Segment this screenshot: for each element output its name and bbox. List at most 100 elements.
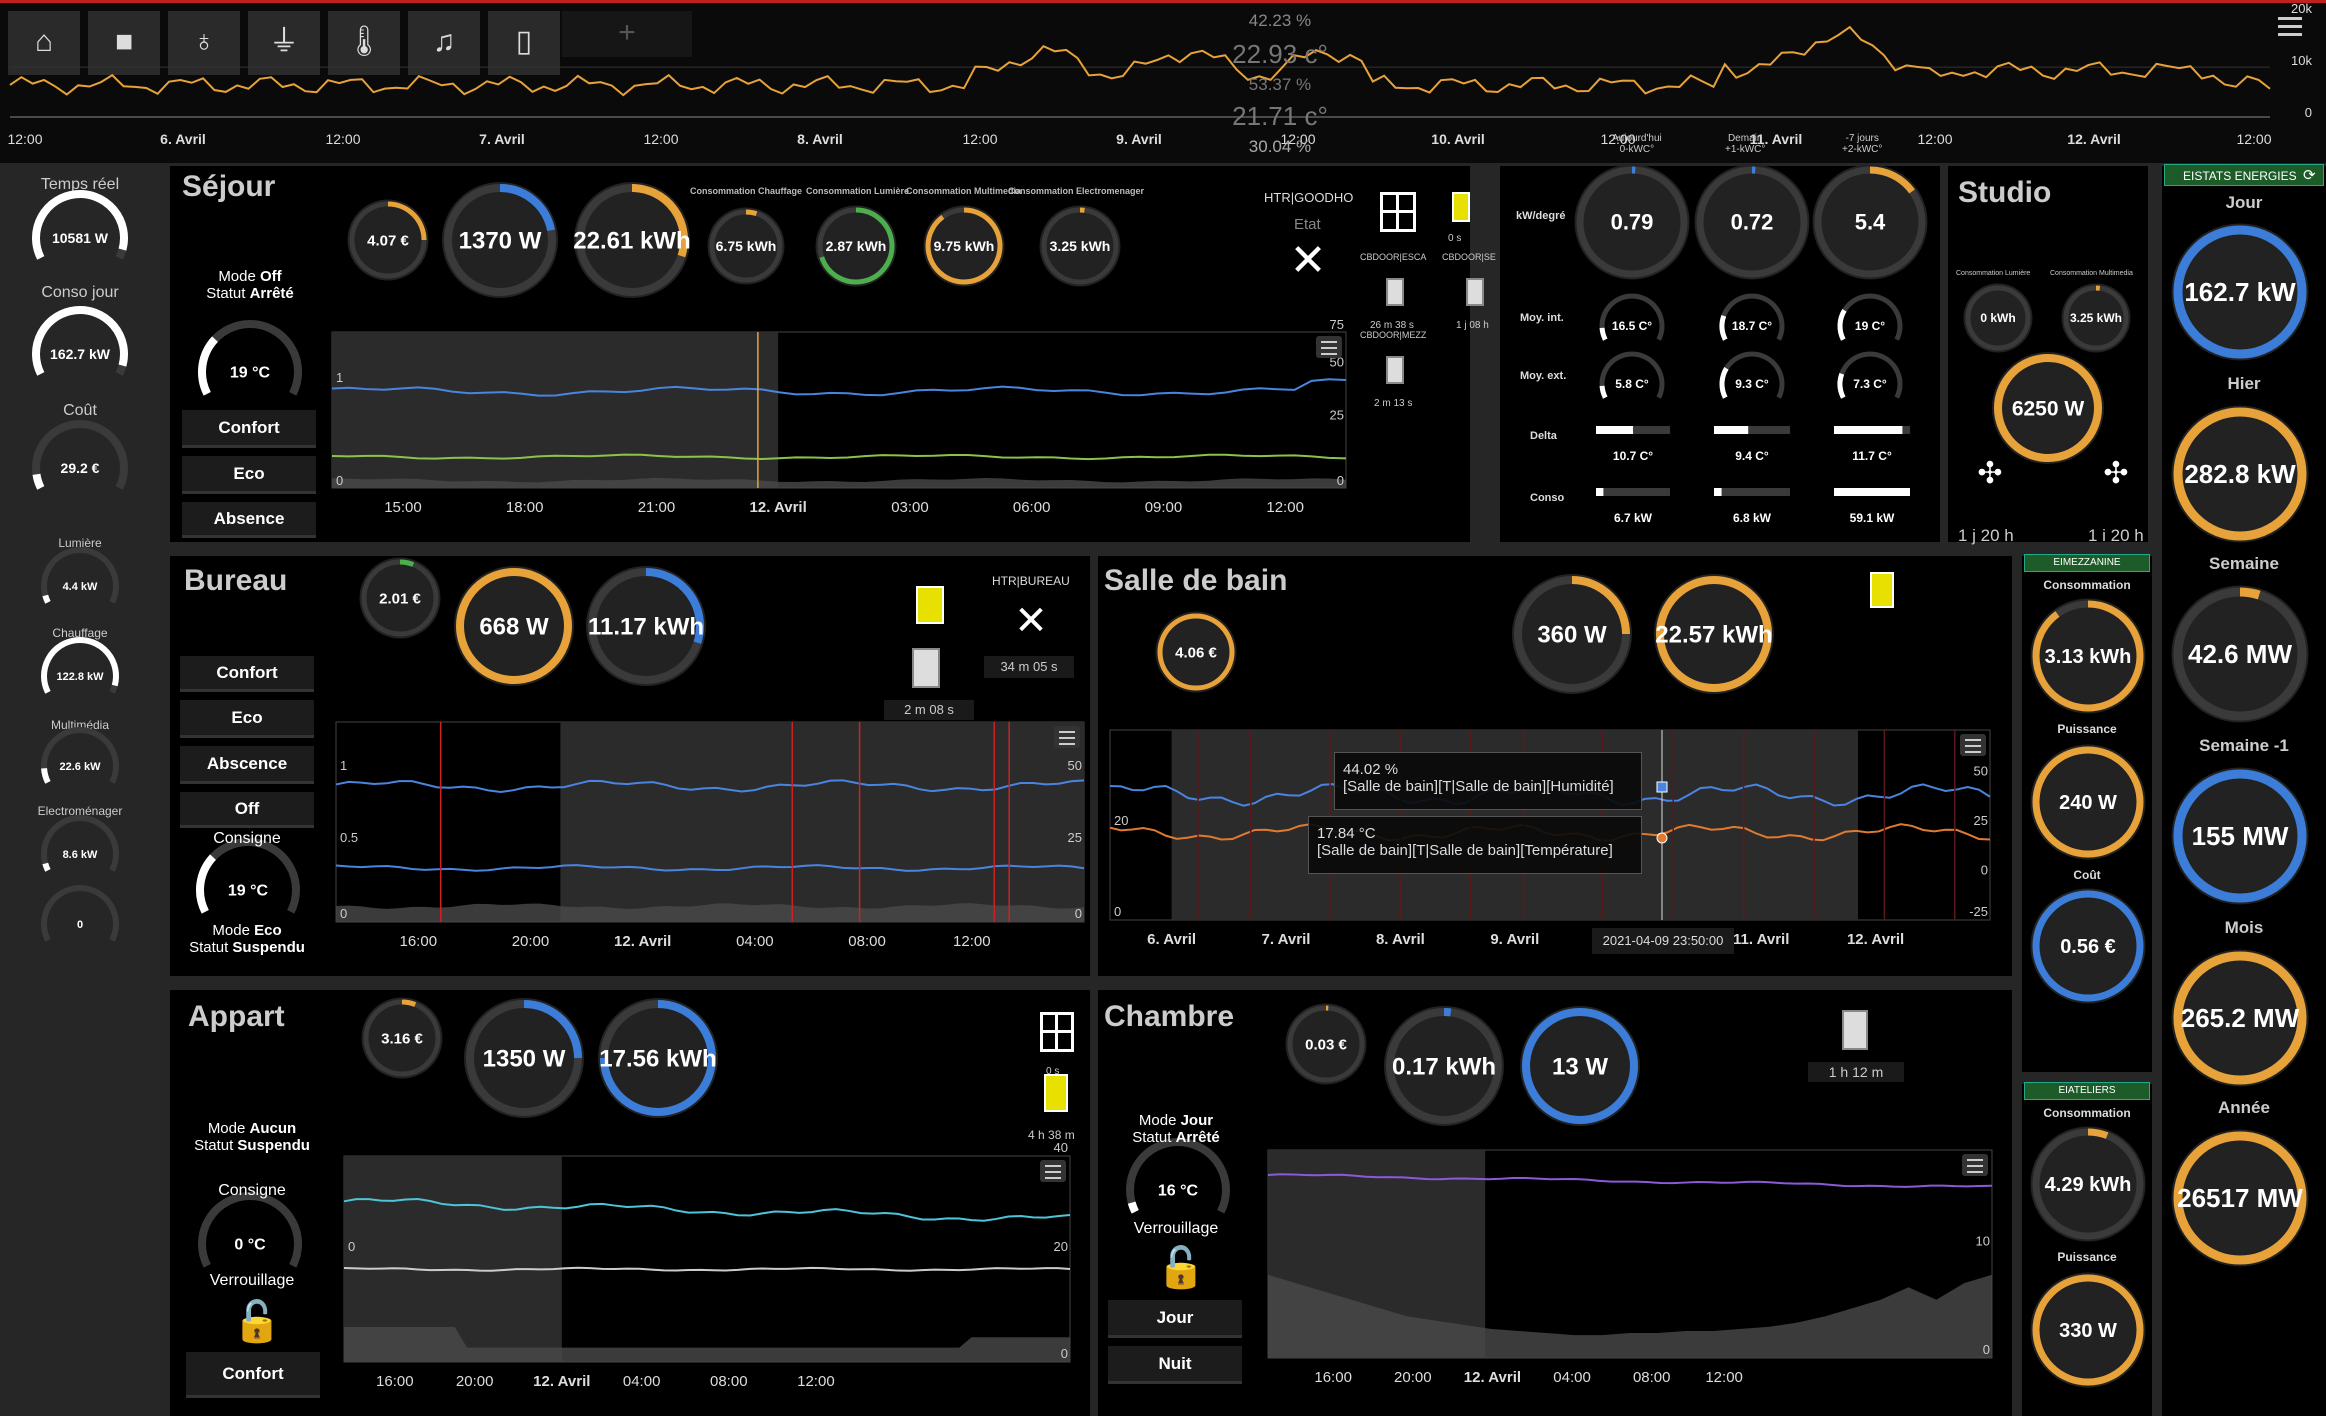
sejour-door-closed-1-icon[interactable]: [1386, 278, 1404, 306]
bureau-chart-menu-icon[interactable]: [1054, 726, 1080, 748]
appart-energy-gauge-value: 17.56 kWh: [599, 1045, 716, 1072]
appart-energy-gauge[interactable]: 17.56 kWh: [598, 998, 718, 1118]
kwdeg-gauge-2[interactable]: 0.72: [1694, 164, 1810, 280]
bureau-cost-gauge-value: 2.01 €: [379, 590, 421, 607]
chambre-chart[interactable]: 16:00 20:00 12. Avril 04:00 08:00 12:00 10 0: [1267, 1149, 1993, 1386]
sejour-chart-menu-icon[interactable]: [1316, 336, 1342, 358]
sejour-confort-button[interactable]: Confort: [182, 410, 316, 448]
sejour-chart-xtick-6: 06:00: [1013, 499, 1051, 516]
sejour-eco-button[interactable]: Eco: [182, 456, 316, 494]
sdb-title: Salle de bain: [1104, 564, 1288, 597]
sdb-chart-menu-icon[interactable]: [1960, 734, 1986, 756]
appart-consigne-label: Consigne: [218, 1182, 286, 1199]
appart-confort-button[interactable]: Confort: [186, 1352, 320, 1398]
sejour-multimedia-gauge[interactable]: 9.75 kWh: [923, 205, 1005, 287]
stats-gauge-1[interactable]: 162.7 kW: [2171, 223, 2309, 361]
studio-multimedia-gauge[interactable]: 3.25 kWh: [2061, 283, 2131, 353]
sejour-power-gauge[interactable]: 1370 W: [442, 182, 558, 298]
chambre-chart-menu-icon[interactable]: [1962, 1154, 1988, 1176]
sdb-door-open-icon[interactable]: [1870, 572, 1894, 608]
sejour-chauffage-gauge[interactable]: 6.75 kWh: [707, 207, 785, 285]
sejour-chart-xtick-8: 12:00: [1266, 499, 1304, 516]
ateliers-conso-gauge[interactable]: 4.29 kWh: [2030, 1126, 2146, 1242]
sejour-energy-gauge[interactable]: 22.61 kWh: [573, 182, 691, 298]
sdb-cost-gauge-value: 4.06 €: [1175, 644, 1217, 661]
appart-chart-menu-icon[interactable]: [1040, 1160, 1066, 1182]
bureau-chart-ytick-right-1: 50: [1068, 758, 1082, 773]
studio-lumiere-gauge[interactable]: 0 kWh: [1963, 283, 2033, 353]
sejour-door-closed-3-icon[interactable]: [1386, 356, 1404, 384]
ateliers-puis-gauge[interactable]: 330 W: [2030, 1272, 2146, 1388]
chambre-energy-gauge-value: 0.17 kWh: [1392, 1053, 1496, 1080]
studio-fan-2-icon[interactable]: ✣: [2101, 456, 2131, 491]
sejour-door-open-icon[interactable]: [1452, 192, 1470, 222]
appart-window-icon[interactable]: [1040, 1012, 1074, 1052]
sejour-head-multimedia: Consommation Multimedia: [906, 186, 1022, 196]
sejour-multimedia-gauge-value: 9.75 kWh: [934, 238, 995, 254]
sdb-energy-gauge[interactable]: 22.57 kWh: [1654, 574, 1774, 694]
studio-power-gauge[interactable]: 6250 W: [1992, 352, 2104, 464]
sejour-electro-gauge-value: 3.25 kWh: [1050, 238, 1111, 254]
chambre-temp-gauge: 16 °C: [1126, 1138, 1230, 1214]
chauffage-gauge-value: 122.8 kW: [56, 671, 104, 683]
studio-head-multimedia: Consommation Multimedia: [2050, 270, 2133, 277]
mezz-puis-gauge[interactable]: 240 W: [2030, 744, 2146, 860]
chambre-jour-button[interactable]: Jour: [1108, 1300, 1242, 1338]
chambre-nuit-button[interactable]: Nuit: [1108, 1346, 1242, 1384]
appart-chart-ytick-right-1: 40: [1054, 1140, 1068, 1155]
mezz-conso-gauge[interactable]: 3.13 kWh: [2030, 598, 2146, 714]
sejour-chart[interactable]: 15:00 18:00 21:00 12. Avril 03:00 06:00 09:00 1…: [331, 317, 1347, 516]
appart-door-open-icon[interactable]: [1044, 1074, 1068, 1112]
bureau-door-open-icon[interactable]: [916, 586, 944, 624]
sejour-cost-gauge[interactable]: 4.07 €: [347, 199, 429, 281]
stats-gauge-5[interactable]: 265.2 MW: [2171, 949, 2309, 1087]
stats-gauge-3[interactable]: 42.6 MW: [2171, 585, 2309, 723]
mezz-cout-gauge[interactable]: 0.56 €: [2030, 888, 2146, 1004]
chambre-power-gauge[interactable]: 13 W: [1520, 1006, 1640, 1126]
sejour-absence-button[interactable]: Absence: [182, 502, 316, 538]
chambre-cost-gauge[interactable]: 0.03 €: [1285, 1003, 1367, 1085]
appart-power-gauge[interactable]: 1350 W: [464, 998, 584, 1118]
bureau-htr-time: 34 m 05 s: [984, 656, 1074, 678]
bureau-chart[interactable]: 16:00 20:00 12. Avril 04:00 08:00 12:00 1 0.5 0 5…: [335, 721, 1085, 950]
kwdeg-ext-2: 9.3 C°: [1719, 351, 1785, 399]
chambre-energy-gauge[interactable]: 0.17 kWh: [1384, 1006, 1504, 1126]
chambre-door-closed-icon[interactable]: [1842, 1010, 1868, 1050]
bureau-off-button[interactable]: Off: [180, 792, 314, 828]
sejour-electro-gauge[interactable]: 3.25 kWh: [1039, 205, 1121, 287]
sejour-window-icon[interactable]: [1380, 192, 1416, 232]
sejour-door-closed-2-icon[interactable]: [1466, 278, 1484, 306]
bureau-abscence-button[interactable]: Abscence: [180, 746, 314, 784]
chambre-chart-ytick-right-2: 0: [1983, 1342, 1990, 1357]
bureau-eco-button[interactable]: Eco: [180, 700, 314, 738]
appart-unlock-icon[interactable]: 🔓: [232, 1298, 282, 1345]
bureau-power-gauge[interactable]: 668 W: [454, 566, 574, 686]
studio-fan-1-icon[interactable]: ✣: [1975, 456, 2005, 491]
refresh-icon[interactable]: ⟳: [2303, 166, 2316, 184]
sdb-power-gauge[interactable]: 360 W: [1512, 574, 1632, 694]
stats-gauge-6[interactable]: 26517 MW: [2171, 1129, 2309, 1267]
sdb-cost-gauge[interactable]: 4.06 €: [1155, 611, 1237, 693]
sejour-heater-off-icon[interactable]: ✕: [1280, 236, 1336, 286]
stats-gauge-5-value: 265.2 MW: [2181, 1003, 2300, 1033]
stats-gauge-2[interactable]: 282.8 kW: [2171, 405, 2309, 543]
ateliers-puis-label: Puissance: [2057, 1250, 2117, 1264]
sejour-head-electro: Consommation Electromenager: [1008, 186, 1145, 196]
sejour-lumiere-gauge[interactable]: 2.87 kWh: [815, 205, 897, 287]
bureau-chart-xtick-3: 12. Avril: [614, 933, 671, 950]
stats-gauge-4[interactable]: 155 MW: [2171, 767, 2309, 905]
bureau-door-closed-icon[interactable]: [912, 648, 940, 688]
bureau-cost-gauge[interactable]: 2.01 €: [359, 557, 441, 639]
kwdeg-conso-value-1: 6.7 kW: [1614, 511, 1653, 525]
bureau-energy-gauge[interactable]: 11.17 kWh: [586, 566, 706, 686]
sejour-energy-gauge-value: 22.61 kWh: [573, 227, 690, 254]
appart-chart[interactable]: 16:00 20:00 12. Avril 04:00 08:00 12:00 0 40 20 0: [343, 1140, 1071, 1390]
zero-gauge: 0: [41, 885, 119, 942]
kwdeg-gauge-3[interactable]: 5.4: [1812, 164, 1928, 280]
bureau-confort-button[interactable]: Confort: [180, 656, 314, 692]
chambre-unlock-icon[interactable]: 🔓: [1156, 1244, 1206, 1291]
bureau-heater-off-icon[interactable]: ✕: [1006, 598, 1056, 644]
appart-cost-gauge[interactable]: 3.16 €: [361, 997, 443, 1079]
chambre-chart-xtick-5: 08:00: [1633, 1369, 1671, 1386]
kwdeg-gauge-1[interactable]: 0.79: [1574, 164, 1690, 280]
